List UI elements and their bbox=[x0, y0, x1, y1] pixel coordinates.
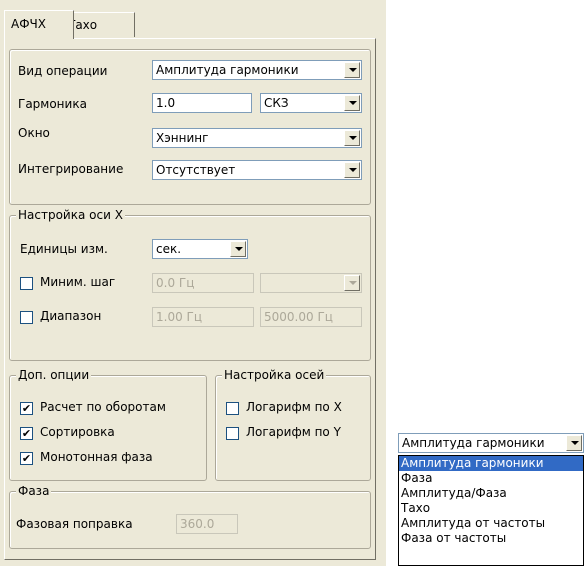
settings-panel: АФЧХ Тахо Вид операции Амплитуда гармони… bbox=[0, 0, 386, 566]
operation-type-dropdown[interactable]: Амплитуда гармоники bbox=[398, 433, 584, 453]
phase-group: Фаза Фазовая поправка 360.0 bbox=[9, 484, 371, 549]
log-x-checkbox[interactable] bbox=[226, 402, 239, 415]
rpm-calc-checkbox[interactable]: ✔ bbox=[20, 402, 33, 415]
log-y-label: Логарифм по Y bbox=[246, 425, 341, 439]
dropdown-option-phase[interactable]: Фаза bbox=[399, 471, 583, 486]
tab-afchh[interactable]: АФЧХ bbox=[4, 10, 74, 39]
rpm-calc-label: Расчет по оборотам bbox=[40, 400, 166, 414]
checkmark-icon: ✔ bbox=[21, 427, 32, 440]
log-y-checkbox[interactable] bbox=[226, 427, 239, 440]
options-legend: Доп. опции bbox=[16, 368, 92, 382]
window-label: Окно bbox=[18, 126, 50, 140]
dropdown-option-amplitude-freq[interactable]: Амплитуда от частоты bbox=[399, 516, 583, 531]
chevron-down-icon[interactable] bbox=[344, 95, 360, 111]
chevron-down-icon[interactable] bbox=[344, 130, 360, 146]
chevron-down-icon[interactable] bbox=[344, 162, 360, 178]
log-x-label: Логарифм по X bbox=[246, 400, 342, 414]
dropdown-value: Амплитуда гармоники bbox=[402, 436, 545, 450]
checkmark-icon: ✔ bbox=[21, 452, 32, 465]
range-label: Диапазон bbox=[40, 309, 102, 323]
range-checkbox[interactable] bbox=[20, 311, 33, 324]
chevron-down-icon[interactable] bbox=[566, 435, 582, 451]
axes-group: Настройка осей Логарифм по X Логарифм по… bbox=[215, 368, 371, 481]
axis-x-group: Настройка оси X Единицы изм. сек. Миним.… bbox=[9, 208, 371, 361]
dropdown-option-amplitude-phase[interactable]: Амплитуда/Фаза bbox=[399, 486, 583, 501]
integration-label: Интегрирование bbox=[18, 162, 124, 176]
integration-value: Отсутствует bbox=[156, 163, 236, 177]
window-value: Хэннинг bbox=[156, 131, 209, 145]
min-step-label: Миним. шаг bbox=[40, 275, 116, 289]
harmonic-input[interactable]: 1.0 bbox=[152, 93, 252, 113]
chevron-down-icon[interactable] bbox=[344, 275, 360, 291]
units-label: Единицы изм. bbox=[20, 242, 108, 256]
min-step-checkbox[interactable] bbox=[20, 277, 33, 290]
window-combo[interactable]: Хэннинг bbox=[152, 128, 362, 148]
range-from-input[interactable]: 1.00 Гц bbox=[152, 307, 254, 327]
phase-correction-label: Фазовая поправка bbox=[16, 517, 133, 531]
units-value: сек. bbox=[156, 242, 182, 256]
tab-page: Вид операции Амплитуда гармоники Гармони… bbox=[4, 38, 376, 560]
operation-type-combo[interactable]: Амплитуда гармоники bbox=[152, 60, 362, 80]
phase-legend: Фаза bbox=[16, 484, 52, 498]
harmonic-unit-value: СКЗ bbox=[264, 96, 289, 110]
range-to-input[interactable]: 5000.00 Гц bbox=[260, 307, 362, 327]
units-combo[interactable]: сек. bbox=[152, 239, 248, 259]
dropdown-list: Амплитуда гармоники Фаза Амплитуда/Фаза … bbox=[398, 455, 584, 566]
operation-type-value: Амплитуда гармоники bbox=[156, 63, 299, 77]
integration-combo[interactable]: Отсутствует bbox=[152, 160, 362, 180]
chevron-down-icon[interactable] bbox=[344, 62, 360, 78]
monotone-phase-label: Монотонная фаза bbox=[40, 450, 153, 464]
operation-group: Вид операции Амплитуда гармоники Гармони… bbox=[9, 49, 371, 205]
harmonic-label: Гармоника bbox=[18, 97, 87, 111]
dropdown-option-taho[interactable]: Тахо bbox=[399, 501, 583, 516]
checkmark-icon: ✔ bbox=[21, 402, 32, 415]
chevron-down-icon[interactable] bbox=[230, 241, 246, 257]
operation-type-label: Вид операции bbox=[18, 64, 108, 78]
sorting-checkbox[interactable]: ✔ bbox=[20, 427, 33, 440]
min-step-combo[interactable] bbox=[260, 273, 362, 293]
monotone-phase-checkbox[interactable]: ✔ bbox=[20, 452, 33, 465]
options-group: Доп. опции ✔ Расчет по оборотам ✔ Сортир… bbox=[9, 368, 207, 481]
dropdown-option-phase-freq[interactable]: Фаза от частоты bbox=[399, 531, 583, 546]
harmonic-unit-combo[interactable]: СКЗ bbox=[260, 93, 362, 113]
axis-x-legend: Настройка оси X bbox=[16, 208, 125, 222]
axes-legend: Настройка осей bbox=[222, 368, 327, 382]
dropdown-option-amplitude[interactable]: Амплитуда гармоники bbox=[399, 456, 583, 471]
min-step-input[interactable]: 0.0 Гц bbox=[152, 273, 254, 293]
tab-label: АФЧХ bbox=[11, 17, 46, 31]
sorting-label: Сортировка bbox=[40, 425, 115, 439]
phase-correction-input[interactable]: 360.0 bbox=[176, 514, 238, 534]
